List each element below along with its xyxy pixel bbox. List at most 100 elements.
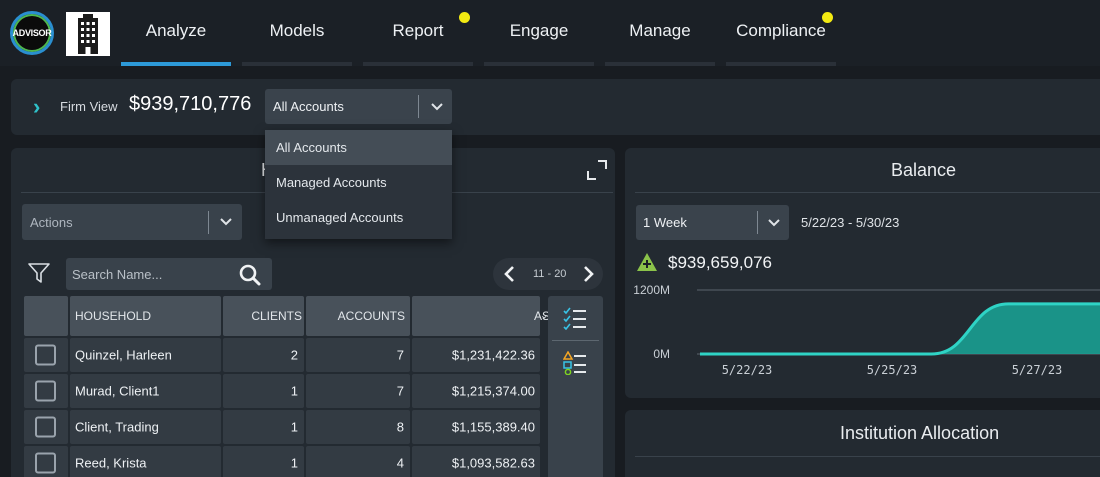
shapes-list-icon[interactable] xyxy=(563,351,587,375)
column-header-household[interactable]: HOUSEHOLD xyxy=(70,296,221,336)
table-cell-accounts: 4 xyxy=(306,446,410,477)
column-label: CLIENTS xyxy=(251,309,302,323)
chevron-down-icon xyxy=(220,218,232,226)
table-cell-clients: 1 xyxy=(223,374,304,408)
tab-label: Models xyxy=(269,21,325,40)
y-tick-label: 0M xyxy=(653,347,670,361)
tab-underline xyxy=(726,62,836,66)
clients-count: 1 xyxy=(290,419,298,435)
table-cell-clients: 1 xyxy=(223,446,304,477)
search-box xyxy=(66,258,272,290)
notification-dot xyxy=(822,12,833,23)
chevron-down-icon xyxy=(431,103,443,111)
filter-icon[interactable] xyxy=(27,262,51,284)
column-header-accounts[interactable]: ACCOUNTS xyxy=(306,296,410,336)
accounts-count: 7 xyxy=(396,383,404,399)
column-header-clients[interactable]: CLIENTS xyxy=(223,296,304,336)
balance-panel: Balance 1 Week 5/22/23 - 5/30/23 $939,65… xyxy=(625,148,1100,398)
row-checkbox-cell xyxy=(24,338,68,372)
account-filter-select[interactable]: All Accounts xyxy=(265,89,452,124)
assets-value: $1,231,422.36 xyxy=(451,347,535,363)
clients-count: 1 xyxy=(290,455,298,471)
household-name: Client, Trading xyxy=(75,419,159,435)
notification-dot xyxy=(459,12,470,23)
tab-underline xyxy=(363,62,473,66)
table-cell-assets: $1,093,582.63 xyxy=(412,446,540,477)
account-filter-value: All Accounts xyxy=(273,99,344,114)
actions-placeholder: Actions xyxy=(30,215,73,230)
tab-underline xyxy=(242,62,352,66)
increase-triangle-icon xyxy=(637,253,657,271)
clients-count: 2 xyxy=(290,347,298,363)
panel-title: Institution Allocation xyxy=(840,423,1000,443)
table-cell-accounts: 8 xyxy=(306,410,410,444)
tab-analyze[interactable]: Analyze xyxy=(121,0,231,66)
accounts-count: 8 xyxy=(396,419,404,435)
tab-underline xyxy=(484,62,594,66)
accounts-count: 4 xyxy=(396,455,404,471)
page-range: 11 - 20 xyxy=(533,268,567,280)
menu-option-unmanaged-accounts[interactable]: Unmanaged Accounts xyxy=(265,200,452,235)
tab-label: Engage xyxy=(509,21,569,40)
column-label: ACCOUNTS xyxy=(337,309,405,323)
accounts-count: 7 xyxy=(396,347,404,363)
tools-divider xyxy=(552,340,599,341)
row-checkbox[interactable] xyxy=(35,380,56,402)
menu-option-managed-accounts[interactable]: Managed Accounts xyxy=(265,165,452,200)
select-divider xyxy=(757,211,758,234)
expand-icon[interactable] xyxy=(586,159,608,181)
table-cell-household[interactable]: Murad, Client1 xyxy=(70,374,221,408)
balance-value: $939,659,076 xyxy=(668,253,772,272)
table-cell-assets: $1,231,422.36 xyxy=(412,338,540,372)
tab-underline xyxy=(121,62,231,66)
tab-label: Manage xyxy=(629,21,691,40)
tab-report[interactable]: Report xyxy=(363,0,473,66)
x-tick-label: 5/22/23 xyxy=(722,363,773,377)
table-cell-accounts: 7 xyxy=(306,338,410,372)
account-filter-menu: All Accounts Managed Accounts Unmanaged … xyxy=(265,130,452,239)
previous-page-icon[interactable] xyxy=(501,264,519,284)
table-cell-assets: $1,215,374.00 xyxy=(412,374,540,408)
firm-view-label: Firm View xyxy=(60,99,118,114)
chevron-down-icon xyxy=(768,219,780,227)
search-input[interactable] xyxy=(66,258,236,290)
household-name: Murad, Client1 xyxy=(75,383,160,399)
tab-underline xyxy=(605,62,715,66)
period-value: 1 Week xyxy=(643,215,687,230)
actions-select[interactable]: Actions xyxy=(22,204,242,240)
panel-title: Balance xyxy=(891,160,957,180)
advisor-logo[interactable]: ADVISOR xyxy=(10,11,54,55)
tab-manage[interactable]: Manage xyxy=(605,0,715,66)
tab-models[interactable]: Models xyxy=(242,0,352,66)
balance-series-area xyxy=(700,303,1100,354)
table-cell-household[interactable]: Client, Trading xyxy=(70,410,221,444)
balance-chart: 1200M 0M 5/22/23 5/25/23 5/27/23 xyxy=(633,283,1100,377)
institution-allocation-panel: Institution Allocation xyxy=(625,410,1100,477)
panel-divider xyxy=(635,456,1100,457)
table-cell-household[interactable]: Quinzel, Harleen xyxy=(70,338,221,372)
column-header-assets[interactable]: ASSETS⌄ xyxy=(412,296,581,336)
search-icon[interactable] xyxy=(238,263,262,287)
row-checkbox[interactable] xyxy=(35,416,56,438)
tab-compliance[interactable]: Compliance xyxy=(726,0,836,66)
chevron-right-icon[interactable]: › xyxy=(33,94,40,120)
assets-value: $1,215,374.00 xyxy=(451,383,535,399)
tab-engage[interactable]: Engage xyxy=(484,0,594,66)
row-checkbox[interactable] xyxy=(35,344,56,366)
table-cell-household[interactable]: Reed, Krista xyxy=(70,446,221,477)
row-checkbox-cell xyxy=(24,374,68,408)
advisor-logo-text: ADVISOR xyxy=(12,28,52,38)
table-cell-assets: $1,155,389.40 xyxy=(412,410,540,444)
firm-building-logo[interactable] xyxy=(66,12,110,56)
row-checkbox-cell xyxy=(24,446,68,477)
table-cell-clients: 2 xyxy=(223,338,304,372)
household-name: Quinzel, Harleen xyxy=(75,347,172,363)
checklist-icon[interactable] xyxy=(563,306,587,330)
top-nav-bar: ADVISOR Analyze Models Report Engage Man… xyxy=(0,0,1100,66)
period-select[interactable]: 1 Week xyxy=(636,205,789,240)
building-icon xyxy=(78,14,98,54)
row-checkbox[interactable] xyxy=(35,452,56,474)
menu-option-all-accounts[interactable]: All Accounts xyxy=(265,130,452,165)
row-checkbox-cell xyxy=(24,410,68,444)
next-page-icon[interactable] xyxy=(579,264,597,284)
